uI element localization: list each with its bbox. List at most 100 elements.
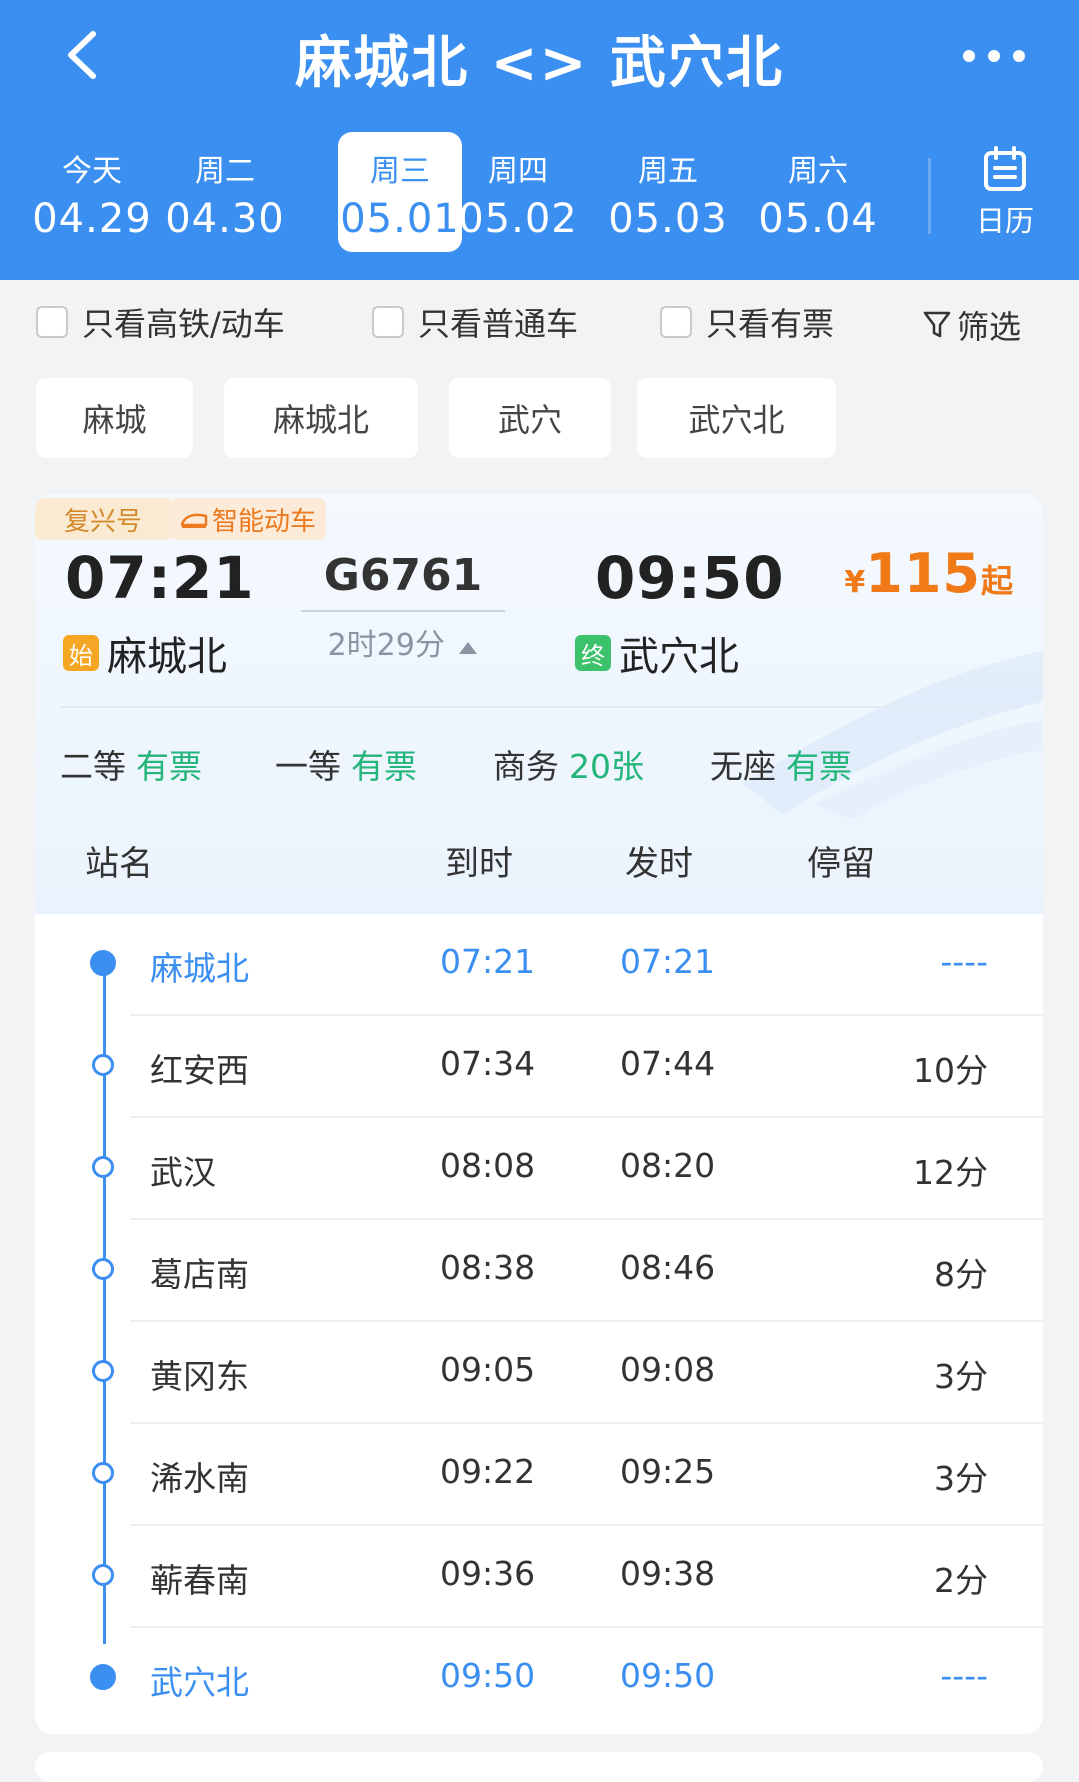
date-tab-2-selected[interactable]: 周三 05.01 <box>338 132 462 252</box>
header-station: 站名 <box>85 844 153 884</box>
station-name: 武汉 <box>150 1153 216 1192</box>
seat-status: 有票 <box>351 747 417 786</box>
seat-second-class: 二等 有票 <box>60 740 202 788</box>
route-line <box>301 610 505 612</box>
filter-button[interactable]: 筛选 <box>923 302 1021 348</box>
duration[interactable]: 2时29分 <box>297 620 509 664</box>
table-row: 武汉 08:08 08:20 12分 <box>35 1118 1043 1220</box>
date-weekday: 周四 <box>488 154 548 189</box>
seat-business: 商务 20张 <box>493 740 644 788</box>
train-summary: 复兴号 智能动车 07:21 G6761 2时29分 09:50 始 麻城北 终… <box>35 494 1043 914</box>
end-tag: 终 <box>575 635 611 671</box>
smart-train-badge: 智能动车 <box>170 498 327 540</box>
next-card-edge <box>35 1752 1043 1782</box>
arrival-station-name: 武穴北 <box>619 634 739 680</box>
arrive-time: 07:34 <box>440 1044 536 1083</box>
station-name: 蕲春南 <box>150 1561 249 1600</box>
arrival-time: 09:50 <box>595 544 785 612</box>
station-chip[interactable]: 麻城 <box>36 378 193 458</box>
date-tab-1[interactable]: 周二 04.30 <box>163 132 287 252</box>
train-type-badge: 复兴号 <box>35 498 171 540</box>
more-button[interactable] <box>949 26 1039 86</box>
stop-dot <box>92 1462 114 1484</box>
date-tab-4[interactable]: 周五 05.03 <box>606 132 730 252</box>
seat-status: 有票 <box>136 747 202 786</box>
calendar-label: 日历 <box>975 204 1034 238</box>
station-name: 麻城北 <box>150 949 249 988</box>
train-icon <box>180 513 208 528</box>
stop-dot <box>92 1564 114 1586</box>
divider <box>60 706 1020 708</box>
train-card[interactable]: 复兴号 智能动车 07:21 G6761 2时29分 09:50 始 麻城北 终… <box>35 494 1043 1734</box>
seat-class: 商务 <box>493 747 559 786</box>
date-value: 05.01 <box>340 196 460 242</box>
stop-dot <box>90 950 116 976</box>
stop-dot <box>92 1156 114 1178</box>
caret-up-icon <box>459 642 478 654</box>
station-chip[interactable]: 武穴北 <box>637 378 836 458</box>
date-weekday: 周五 <box>638 154 698 189</box>
train-number: G6761 <box>323 550 483 601</box>
stops-table: 麻城北 07:21 07:21 ---- 红安西 07:34 07:44 10分… <box>35 914 1043 1734</box>
date-weekday: 周二 <box>195 154 255 189</box>
table-row: 蕲春南 09:36 09:38 2分 <box>35 1526 1043 1628</box>
station-name: 武穴北 <box>150 1663 249 1702</box>
date-weekday: 今天 <box>62 154 122 189</box>
seat-first-class: 一等 有票 <box>275 740 417 788</box>
calendar-button[interactable]: 日历 <box>960 146 1050 246</box>
date-value: 05.03 <box>608 196 728 242</box>
checkbox[interactable] <box>36 306 68 338</box>
stop-duration: ---- <box>940 942 988 981</box>
stop-dot <box>92 1054 114 1076</box>
stop-dot <box>92 1258 114 1280</box>
filter-button-label: 筛选 <box>956 308 1021 346</box>
stop-duration: 8分 <box>934 1255 988 1294</box>
station-chip[interactable]: 麻城北 <box>224 378 418 458</box>
top-header: 麻城北 <> 武穴北 今天 04.29 周二 04.30 周三 05.01 周四… <box>0 0 1079 280</box>
filter-available-only[interactable]: 只看有票 <box>660 302 835 343</box>
date-weekday: 周三 <box>370 154 430 189</box>
funnel-icon <box>923 311 951 338</box>
seat-class: 无座 <box>710 747 776 786</box>
stop-duration: 2分 <box>934 1561 988 1600</box>
stop-dot <box>90 1664 116 1690</box>
table-row: 武穴北 09:50 09:50 ---- <box>35 1628 1043 1730</box>
station-chip[interactable]: 武穴 <box>449 378 611 458</box>
filter-row: 只看高铁/动车 只看普通车 只看有票 筛选 <box>0 280 1079 362</box>
date-value: 04.29 <box>32 196 152 242</box>
date-divider <box>928 158 931 234</box>
price-currency: ¥ <box>844 565 866 600</box>
station-name: 葛店南 <box>150 1255 249 1294</box>
decorative-swoosh <box>743 650 1043 819</box>
date-value: 04.30 <box>165 196 285 242</box>
duration-text: 2时29分 <box>327 628 445 663</box>
checkbox[interactable] <box>372 306 404 338</box>
filter-label: 只看有票 <box>706 305 835 343</box>
arrive-time: 08:38 <box>440 1248 536 1287</box>
depart-time: 08:20 <box>620 1146 716 1185</box>
station-name: 红安西 <box>150 1051 249 1090</box>
seat-class: 二等 <box>60 747 126 786</box>
filter-high-speed[interactable]: 只看高铁/动车 <box>36 302 285 343</box>
arrive-time: 08:08 <box>440 1146 536 1185</box>
price-amount: 115 <box>865 542 981 605</box>
date-tab-0[interactable]: 今天 04.29 <box>30 132 154 252</box>
date-tab-3[interactable]: 周四 05.02 <box>456 132 580 252</box>
price: ¥ 115 起 <box>844 542 1013 605</box>
table-row: 葛店南 08:38 08:46 8分 <box>35 1220 1043 1322</box>
departure-station: 始 麻城北 <box>63 624 227 682</box>
seat-no-seat: 无座 有票 <box>710 740 852 788</box>
arrival-station: 终 武穴北 <box>575 624 739 682</box>
station-chips: 麻城 麻城北 武穴 武穴北 <box>0 378 1079 460</box>
depart-time: 09:25 <box>620 1452 716 1491</box>
table-row: 红安西 07:34 07:44 10分 <box>35 1016 1043 1118</box>
stop-dot <box>92 1360 114 1382</box>
filter-normal-train[interactable]: 只看普通车 <box>372 302 578 343</box>
checkbox[interactable] <box>660 306 692 338</box>
seat-status: 有票 <box>786 747 852 786</box>
arrive-time: 07:21 <box>440 942 536 981</box>
date-tab-5[interactable]: 周六 05.04 <box>756 132 880 252</box>
depart-time: 08:46 <box>620 1248 716 1287</box>
arrive-time: 09:36 <box>440 1554 536 1593</box>
departure-time: 07:21 <box>65 544 255 612</box>
